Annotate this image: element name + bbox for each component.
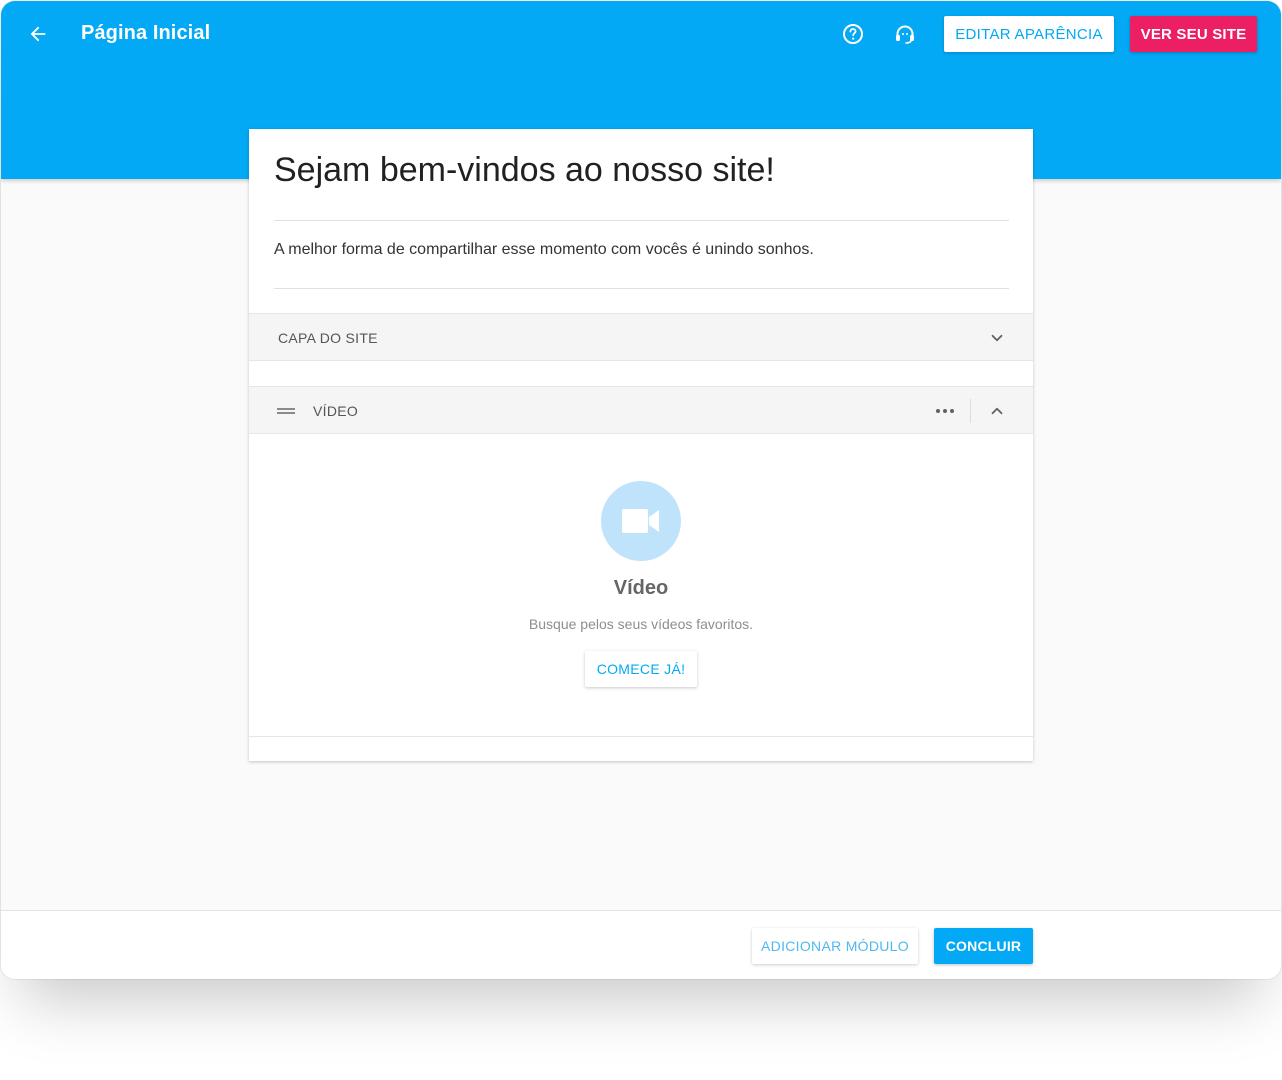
chevron-up-icon — [991, 407, 1003, 415]
section-cover-label: CAPA DO SITE — [278, 330, 378, 346]
title-divider — [274, 220, 1009, 221]
start-video-button[interactable]: COMECE JÁ! — [585, 651, 697, 687]
view-site-button[interactable]: VER SEU SITE — [1130, 16, 1257, 52]
help-circle-icon — [843, 24, 863, 44]
videocam-icon — [622, 509, 659, 533]
page-editor-card: Sejam bem-vindos ao nosso site! A melhor… — [249, 129, 1033, 761]
page-title: Página Inicial — [81, 22, 211, 44]
back-button[interactable] — [21, 17, 55, 51]
add-module-button[interactable]: ADICIONAR MÓDULO — [752, 928, 918, 964]
subtitle-divider — [274, 288, 1009, 289]
section-cover[interactable]: CAPA DO SITE — [249, 313, 1033, 361]
done-button[interactable]: CONCLUIR — [934, 928, 1033, 964]
drag-handle[interactable] — [276, 403, 296, 419]
support-headset-icon — [896, 25, 914, 44]
footer-bar: ADICIONAR MÓDULO CONCLUIR — [1, 910, 1281, 979]
edit-appearance-button[interactable]: EDITAR APARÊNCIA — [944, 16, 1114, 52]
help-button[interactable] — [837, 18, 869, 50]
expand-cover-button[interactable] — [985, 326, 1009, 350]
arrow-left-icon — [30, 26, 46, 42]
video-placeholder-badge — [601, 481, 681, 561]
collapse-video-button[interactable] — [985, 399, 1009, 423]
video-placeholder-description: Busque pelos seus vídeos favoritos. — [528, 616, 754, 632]
app-window: Página Inicial EDITAR APARÊNCIA VER SEU … — [1, 1, 1281, 979]
site-welcome-title[interactable]: Sejam bem-vindos ao nosso site! — [274, 151, 775, 190]
site-welcome-subtitle[interactable]: A melhor forma de compartilhar esse mome… — [274, 241, 814, 259]
support-button[interactable] — [889, 18, 921, 50]
more-horiz-icon — [936, 409, 954, 413]
section-separator — [970, 399, 971, 423]
section-video[interactable]: VÍDEO — [249, 386, 1033, 434]
chevron-down-icon — [991, 334, 1003, 342]
more-options-button[interactable] — [929, 399, 961, 423]
drag-handle-icon — [277, 408, 295, 414]
section-video-label: VÍDEO — [313, 403, 359, 419]
card-bottom-divider — [249, 736, 1033, 737]
video-placeholder-title: Vídeo — [613, 577, 669, 599]
